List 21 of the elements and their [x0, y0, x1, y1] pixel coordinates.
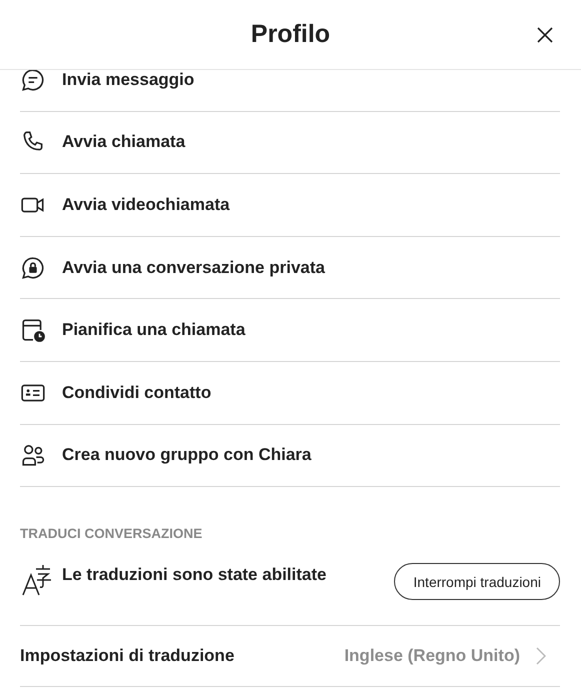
menu-item[interactable]: Invia messaggio [20, 70, 560, 112]
menu-item[interactable]: Pianifica una chiamata [20, 299, 560, 362]
stop-translation-button[interactable]: Interrompi traduzioni [394, 563, 560, 600]
translation-status: Le traduzioni sono state abilitate [62, 564, 328, 585]
menu-item[interactable]: Condividi contatto [20, 362, 560, 425]
panel-title: Profilo [250, 20, 330, 49]
settings-label: Impostazioni di traduzione [20, 646, 236, 666]
calendar-clock-icon [20, 317, 46, 344]
section-heading: TRADUCI CONVERSAZIONE [20, 526, 204, 544]
chevron-icon [536, 647, 546, 666]
menu-item[interactable]: Avvia chiamata [20, 112, 560, 174]
close-icon [535, 25, 555, 45]
people-icon [20, 442, 46, 468]
lock-bubble-icon [20, 254, 46, 281]
menu-item[interactable]: Avvia videochiamata [20, 174, 560, 237]
menu-item[interactable]: Avvia una conversazione privata [20, 236, 560, 300]
translate-icon [20, 562, 54, 597]
chat-bubble-icon [20, 70, 46, 93]
language-value: Inglese (Regno Unito) [344, 646, 520, 666]
menu-item[interactable]: Crea nuovo gruppo con Chiara [20, 424, 560, 488]
translation-settings-row[interactable]: Impostazioni di traduzione Inglese (Regno Unito) [20, 626, 560, 688]
